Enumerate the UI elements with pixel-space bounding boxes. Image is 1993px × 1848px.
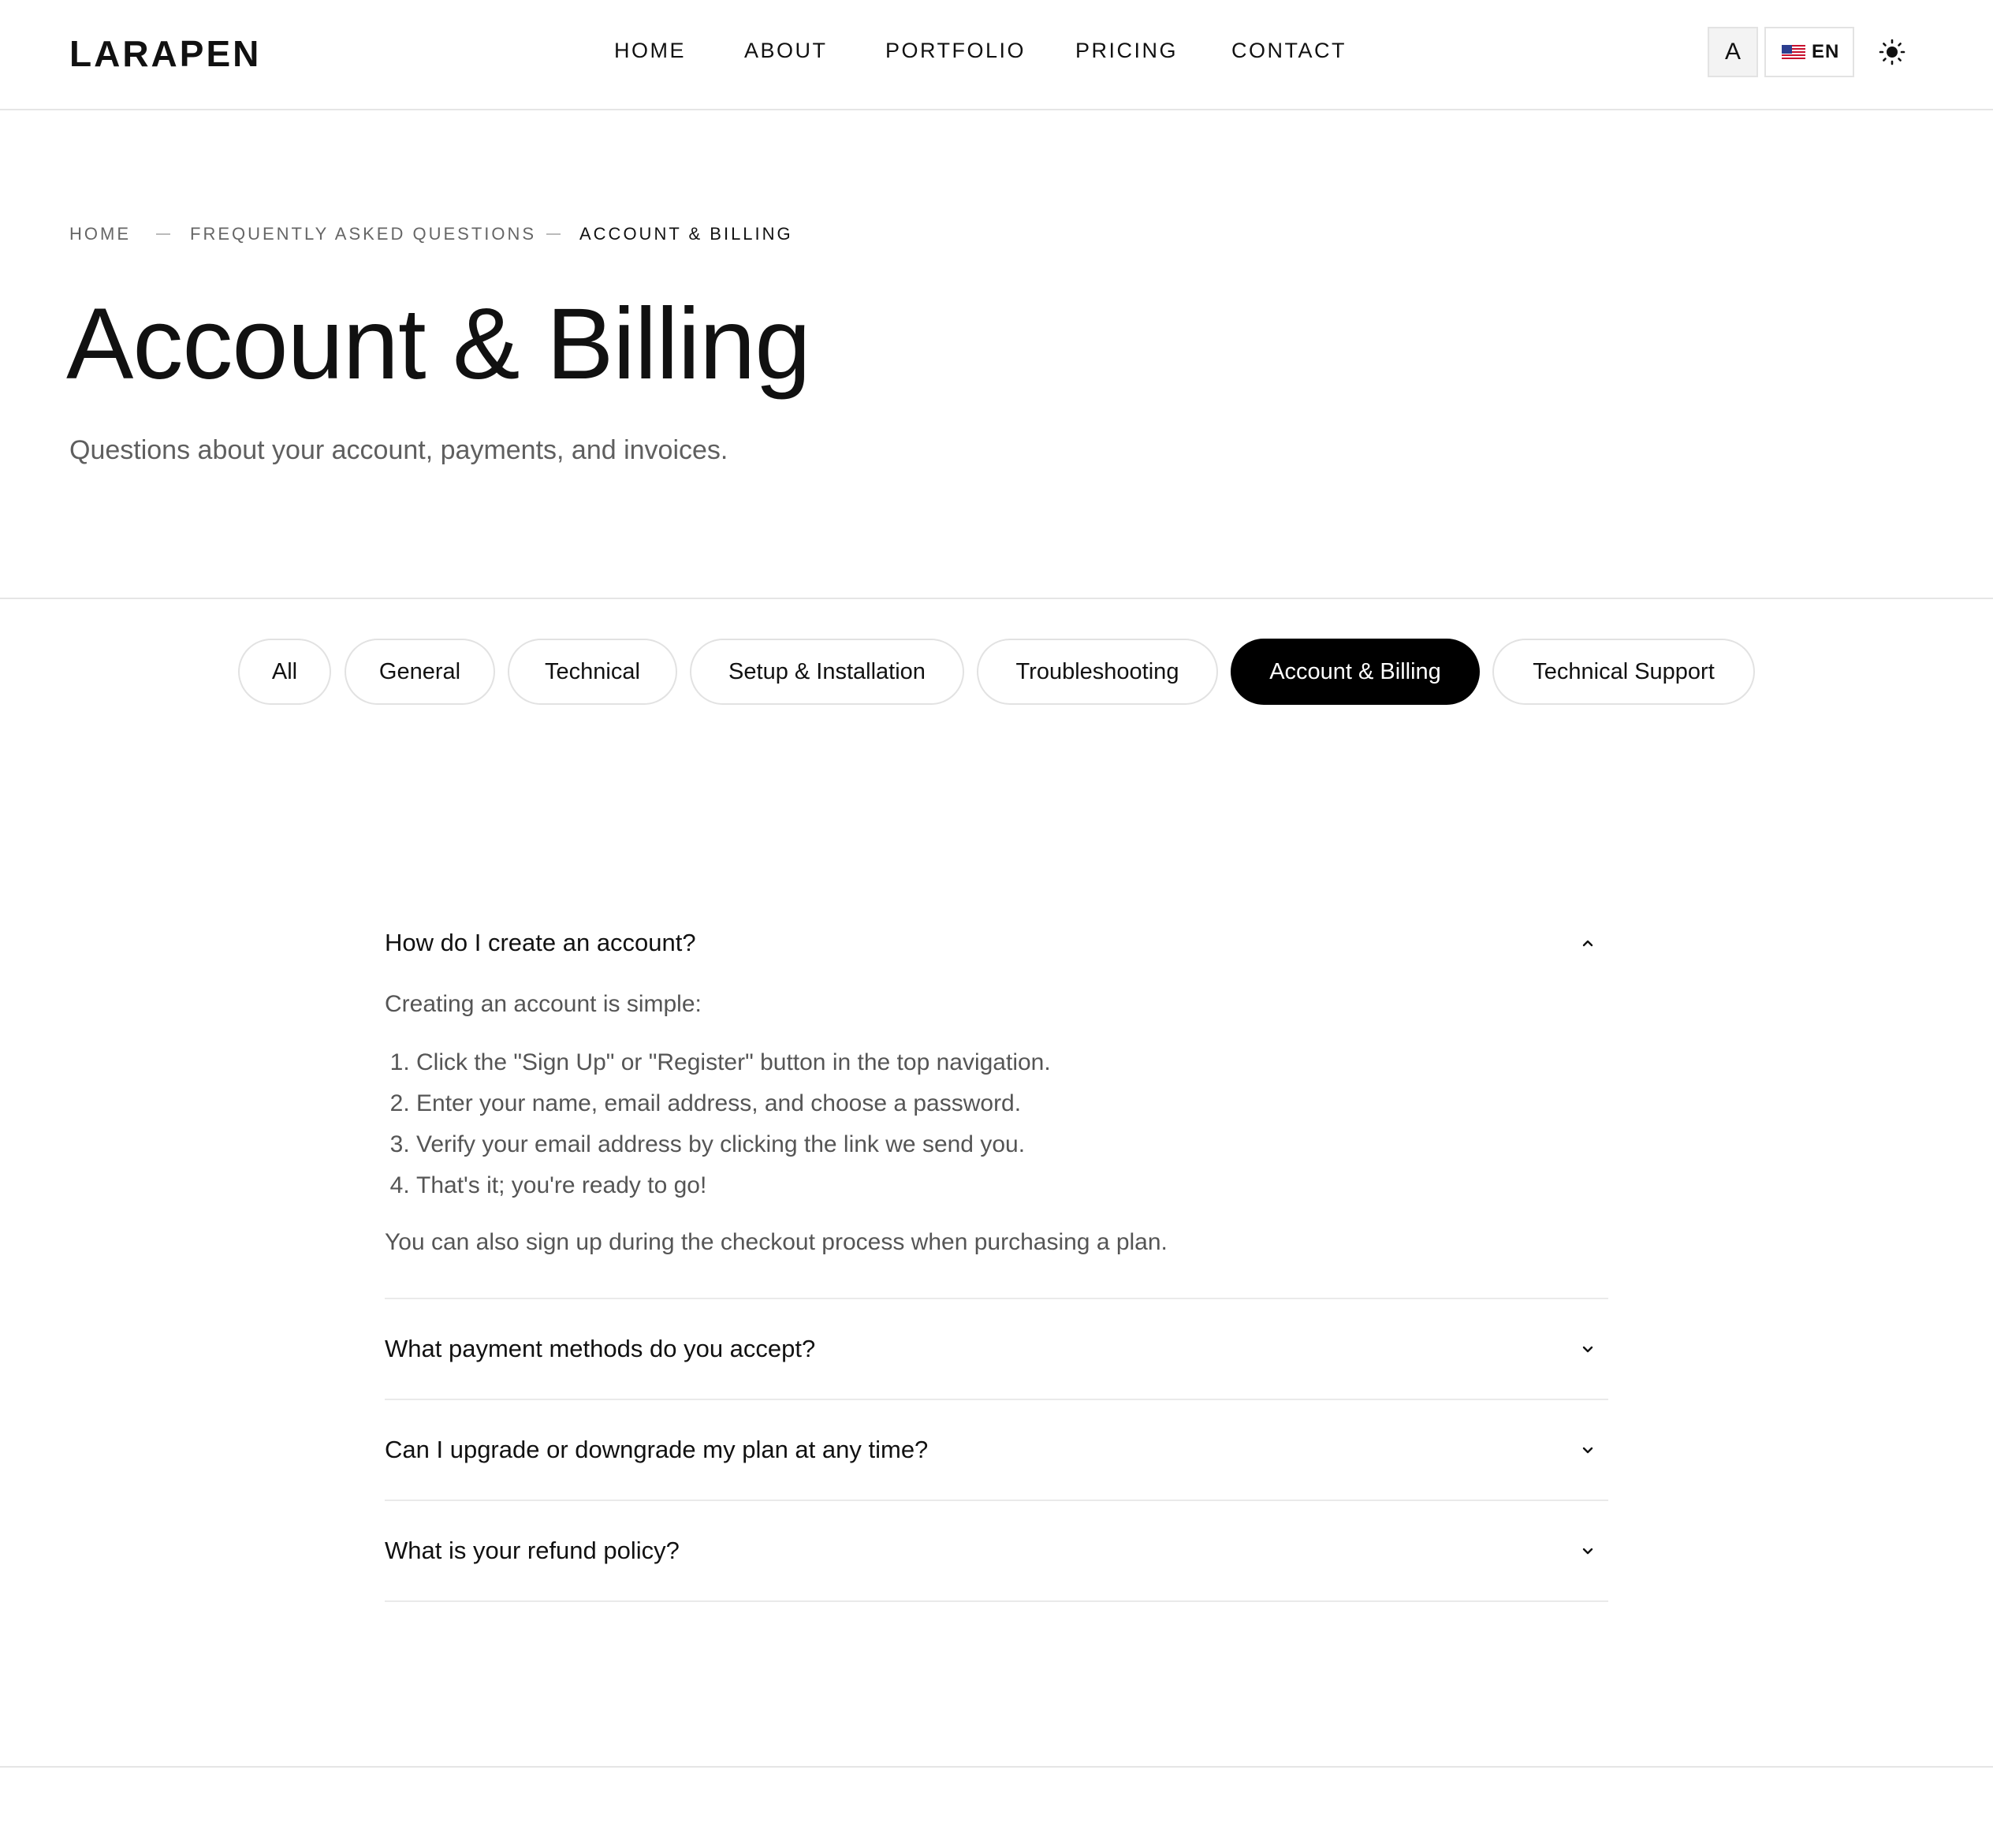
answer-outro: You can also sign up during the checkout… bbox=[385, 1229, 1168, 1255]
faq-answer: Creating an account is simple: Click the… bbox=[385, 987, 1608, 1298]
us-flag-icon bbox=[1782, 45, 1805, 61]
faq-question-toggle[interactable]: What is your refund policy? bbox=[385, 1501, 1608, 1600]
footer-divider bbox=[0, 1766, 1993, 1768]
main-nav: HOME ABOUT PORTFOLIO PRICING CONTACT bbox=[0, 35, 1993, 66]
faq-item: What payment methods do you accept? bbox=[385, 1299, 1608, 1400]
breadcrumb-faq[interactable]: FREQUENTLY ASKED QUESTIONS bbox=[190, 222, 536, 246]
section-divider bbox=[0, 598, 1993, 599]
faq-question-toggle[interactable]: What payment methods do you accept? bbox=[385, 1299, 1608, 1399]
filter-general[interactable]: General bbox=[345, 639, 495, 705]
faq-list: How do I create an account? Creating an … bbox=[385, 899, 1608, 1602]
page-subtitle: Questions about your account, payments, … bbox=[69, 435, 728, 465]
answer-step: Enter your name, email address, and choo… bbox=[416, 1083, 1608, 1124]
breadcrumb-current: ACCOUNT & BILLING bbox=[579, 224, 793, 244]
chevron-down-icon bbox=[1582, 1346, 1593, 1353]
chevron-down-icon bbox=[1582, 1548, 1593, 1555]
faq-question-toggle[interactable]: Can I upgrade or downgrade my plan at an… bbox=[385, 1400, 1608, 1500]
faq-question: Can I upgrade or downgrade my plan at an… bbox=[385, 1436, 929, 1463]
filter-account-billing[interactable]: Account & Billing bbox=[1231, 639, 1480, 705]
faq-question: How do I create an account? bbox=[385, 929, 696, 956]
breadcrumb-separator bbox=[546, 233, 561, 235]
breadcrumb-separator bbox=[156, 233, 170, 235]
faq-item-expanded: How do I create an account? Creating an … bbox=[385, 899, 1608, 1299]
sun-icon bbox=[1879, 39, 1905, 65]
answer-steps: Click the "Sign Up" or "Register" button… bbox=[385, 1042, 1608, 1206]
faq-item: What is your refund policy? bbox=[385, 1501, 1608, 1602]
filter-technical[interactable]: Technical bbox=[508, 639, 677, 705]
answer-step: Verify your email address by clicking th… bbox=[416, 1124, 1608, 1165]
site-header: LARAPEN HOME ABOUT PORTFOLIO PRICING CON… bbox=[0, 0, 1993, 110]
nav-about[interactable]: ABOUT bbox=[744, 35, 828, 66]
language-switcher[interactable]: EN bbox=[1764, 27, 1854, 77]
answer-intro: Creating an account is simple: bbox=[385, 991, 702, 1017]
nav-contact[interactable]: CONTACT bbox=[1231, 35, 1347, 66]
breadcrumb-home[interactable]: HOME bbox=[69, 222, 131, 246]
filter-troubleshooting[interactable]: Troubleshooting bbox=[977, 639, 1218, 705]
theme-toggle[interactable] bbox=[1872, 27, 1913, 77]
faq-question: What payment methods do you accept? bbox=[385, 1335, 816, 1362]
filter-technical-support[interactable]: Technical Support bbox=[1492, 639, 1755, 705]
answer-step: That's it; you're ready to go! bbox=[416, 1165, 1608, 1206]
chevron-down-icon bbox=[1582, 1447, 1593, 1454]
chevron-up-icon bbox=[1582, 940, 1593, 947]
faq-question: What is your refund policy? bbox=[385, 1537, 680, 1564]
nav-portfolio[interactable]: PORTFOLIO bbox=[885, 35, 1026, 66]
language-label: EN bbox=[1812, 41, 1840, 62]
answer-step: Click the "Sign Up" or "Register" button… bbox=[416, 1042, 1608, 1083]
page-title: Account & Billing bbox=[66, 288, 810, 401]
faq-question-toggle[interactable]: How do I create an account? bbox=[385, 899, 1608, 987]
nav-pricing[interactable]: PRICING bbox=[1075, 35, 1178, 66]
filter-setup-installation[interactable]: Setup & Installation bbox=[690, 639, 964, 705]
filter-all[interactable]: All bbox=[238, 639, 331, 705]
nav-home[interactable]: HOME bbox=[614, 35, 686, 66]
faq-item: Can I upgrade or downgrade my plan at an… bbox=[385, 1400, 1608, 1501]
font-size-button[interactable]: A bbox=[1708, 27, 1758, 77]
